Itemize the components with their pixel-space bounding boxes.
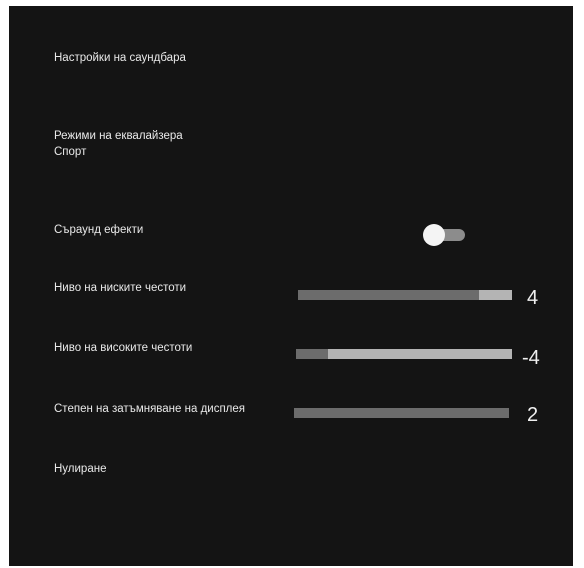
- equalizer-mode-label[interactable]: Режими на еквалайзера: [54, 129, 183, 143]
- settings-title: Настройки на саундбара: [54, 52, 186, 64]
- soundbar-settings-panel: Настройки на саундбара Режими на еквалай…: [9, 6, 573, 566]
- display-dimmer-slider[interactable]: [294, 408, 509, 418]
- display-dimmer-value: 2: [527, 404, 539, 426]
- treble-level-value: -4: [522, 347, 540, 369]
- display-dimmer-label: Степен на затъмняване на дисплея: [54, 403, 246, 415]
- equalizer-mode-value: Спорт: [54, 146, 87, 158]
- toggle-knob: [423, 224, 445, 246]
- bass-level-slider[interactable]: [298, 290, 512, 300]
- treble-level-label: Ниво на високите честоти: [54, 342, 193, 354]
- bass-level-value: 4: [527, 287, 539, 309]
- surround-effects-toggle[interactable]: [421, 223, 467, 247]
- treble-slider-low-segment: [296, 349, 328, 359]
- bass-level-label: Ниво на ниските честоти: [54, 282, 187, 294]
- treble-level-slider[interactable]: [296, 349, 512, 359]
- bass-slider-highlight: [479, 290, 512, 300]
- reset-item[interactable]: Нулиране: [54, 462, 106, 476]
- surround-effects-label: Съраунд ефекти: [54, 224, 144, 236]
